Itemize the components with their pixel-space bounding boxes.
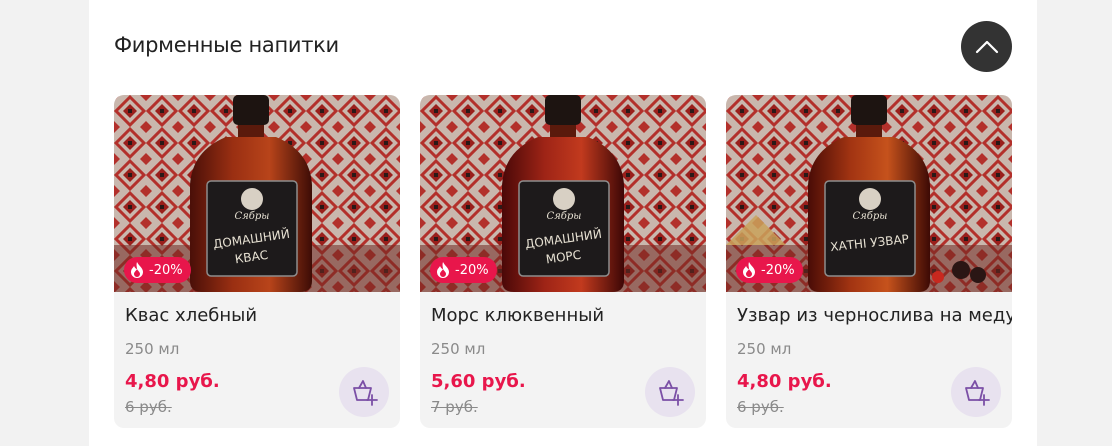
product-card[interactable]: Сябры ХАТНI УЗВАР -20% Узвар из черносли… xyxy=(726,95,1012,428)
section-title: Фирменные напитки xyxy=(114,33,339,57)
product-volume: 250 мл xyxy=(431,340,486,358)
product-name[interactable]: Квас хлебный xyxy=(125,305,257,326)
product-old-price: 6 руб. xyxy=(125,398,172,416)
label-brand-text: Сябры xyxy=(235,211,270,222)
label-brand-text: Сябры xyxy=(853,211,888,222)
discount-text: -20% xyxy=(149,262,183,278)
product-volume: 250 мл xyxy=(737,340,792,358)
product-name[interactable]: Узвар из чернослива на меду xyxy=(737,305,1012,326)
product-image[interactable]: Сябры ДОМАШНИЙ МОРС -20% xyxy=(420,95,706,292)
product-old-price: 7 руб. xyxy=(431,398,478,416)
fire-icon xyxy=(740,261,758,279)
product-card[interactable]: Сябры ДОМАШНИЙ МОРС -20% Морс клюквенный… xyxy=(420,95,706,428)
label-brand-text: Сябры xyxy=(547,211,582,222)
discount-badge: -20% xyxy=(736,257,803,283)
chevron-up-icon xyxy=(975,40,999,54)
add-to-cart-button[interactable] xyxy=(645,367,695,417)
basket-plus-icon xyxy=(961,378,991,406)
product-volume: 250 мл xyxy=(125,340,180,358)
discount-badge: -20% xyxy=(430,257,497,283)
add-to-cart-button[interactable] xyxy=(339,367,389,417)
fire-icon xyxy=(128,261,146,279)
discount-text: -20% xyxy=(455,262,489,278)
product-old-price: 6 руб. xyxy=(737,398,784,416)
product-price: 5,60 руб. xyxy=(431,371,526,392)
product-image[interactable]: Сябры ХАТНI УЗВАР -20% xyxy=(726,95,1012,292)
add-to-cart-button[interactable] xyxy=(951,367,1001,417)
discount-badge: -20% xyxy=(124,257,191,283)
collapse-button[interactable] xyxy=(961,21,1012,72)
product-image[interactable]: Сябры ДОМАШНИЙ КВАС -20% xyxy=(114,95,400,292)
discount-text: -20% xyxy=(761,262,795,278)
fire-icon xyxy=(434,261,452,279)
product-name[interactable]: Морс клюквенный xyxy=(431,305,604,326)
product-price: 4,80 руб. xyxy=(125,371,220,392)
basket-plus-icon xyxy=(655,378,685,406)
product-price: 4,80 руб. xyxy=(737,371,832,392)
product-card[interactable]: Сябры ДОМАШНИЙ КВАС -20% Квас хлебный 25… xyxy=(114,95,400,428)
basket-plus-icon xyxy=(349,378,379,406)
